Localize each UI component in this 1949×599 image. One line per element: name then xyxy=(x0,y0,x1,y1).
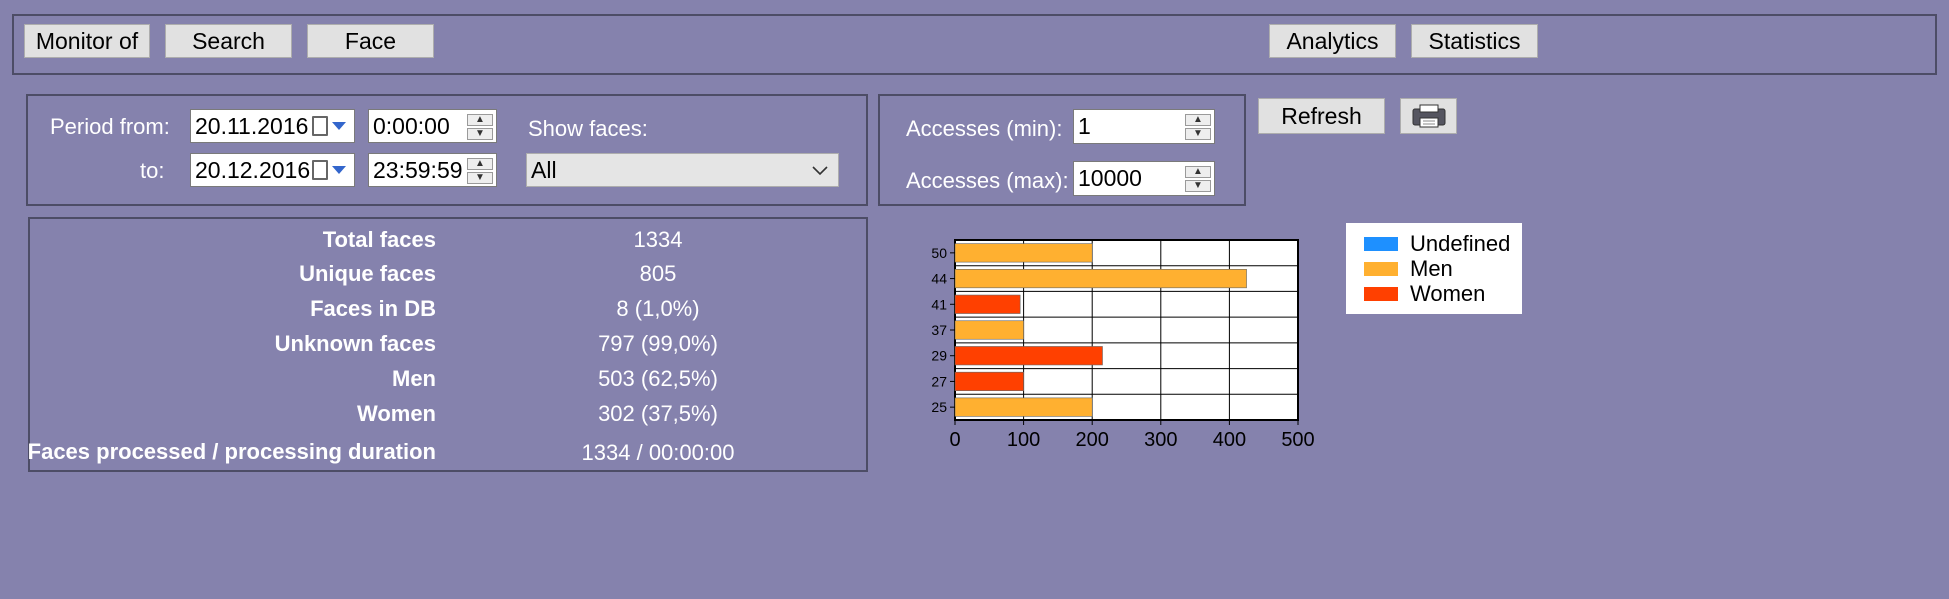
y-tick-label: 41 xyxy=(931,296,947,312)
accesses-max-label: Accesses (max): xyxy=(906,168,1069,193)
spin-up-icon[interactable]: ▲ xyxy=(1185,166,1211,178)
y-tick-label: 44 xyxy=(931,271,947,287)
stat-label-women: Women xyxy=(356,401,436,426)
bar xyxy=(954,397,1093,417)
x-tick-label: 100 xyxy=(1007,429,1040,451)
legend-swatch-women xyxy=(1364,287,1398,301)
show-faces-value: All xyxy=(531,156,557,183)
bar xyxy=(954,371,1024,391)
spin-down-icon[interactable]: ▼ xyxy=(1185,180,1211,192)
x-tick-label: 0 xyxy=(949,429,960,451)
stat-label-total-faces: Total faces xyxy=(322,227,436,252)
chart-legend: Undefined Men Women xyxy=(1346,223,1522,314)
time-from-spinner[interactable]: ▲ ▼ xyxy=(467,114,493,140)
show-faces-select[interactable]: All xyxy=(526,153,839,187)
accesses-max-spinner[interactable]: ▲ ▼ xyxy=(1185,166,1211,192)
accesses-min-spinner[interactable]: ▲ ▼ xyxy=(1185,114,1211,140)
stat-label-unknown-faces: Unknown faces xyxy=(274,331,436,356)
accesses-min-field[interactable]: 1 ▲ ▼ xyxy=(1073,109,1215,144)
age-bar-chart: 0 100 200 300 400 500 50 44 41 37 29 27 25 xyxy=(931,239,1315,451)
legend-label-men: Men xyxy=(1410,256,1453,281)
stats-labels: Total faces Unique faces Faces in DB Unk… xyxy=(28,0,436,599)
legend-swatch-undefined xyxy=(1364,237,1398,251)
print-button[interactable] xyxy=(1400,98,1457,134)
y-tick-label: 37 xyxy=(931,322,947,338)
y-tick-label: 50 xyxy=(931,245,947,261)
stat-value-men: 503 (62,5%) xyxy=(598,366,718,391)
bar xyxy=(954,320,1024,340)
x-tick-label: 400 xyxy=(1213,429,1246,451)
y-tick-label: 27 xyxy=(931,373,947,389)
x-tick-label: 200 xyxy=(1076,429,1109,451)
spin-up-icon[interactable]: ▲ xyxy=(467,158,493,170)
bar xyxy=(954,269,1247,289)
bar xyxy=(954,346,1103,366)
accesses-min-label: Accesses (min): xyxy=(906,116,1063,141)
stat-label-faces-processed: Faces processed / processing duration xyxy=(27,439,436,464)
legend-label-women: Women xyxy=(1410,281,1486,306)
stat-label-men: Men xyxy=(392,366,436,391)
spin-down-icon[interactable]: ▼ xyxy=(1185,128,1211,140)
bar xyxy=(954,294,1021,314)
statistics-button[interactable]: Statistics xyxy=(1411,24,1538,58)
accesses-min-value: 1 xyxy=(1078,113,1091,139)
printer-icon xyxy=(1412,104,1445,128)
accesses-max-value: 10000 xyxy=(1078,165,1142,191)
show-faces-label: Show faces: xyxy=(528,116,648,141)
time-to-spinner[interactable]: ▲ ▼ xyxy=(467,158,493,184)
stat-label-unique-faces: Unique faces xyxy=(299,261,436,286)
stat-value-faces-processed: 1334 / 00:00:00 xyxy=(581,440,735,465)
refresh-button[interactable]: Refresh xyxy=(1258,98,1385,134)
legend-item-men: Men xyxy=(1364,256,1453,282)
x-tick-label: 500 xyxy=(1281,429,1314,451)
y-tick-label: 29 xyxy=(931,348,947,364)
stat-value-unique-faces: 805 xyxy=(639,261,677,286)
x-tick-label: 300 xyxy=(1144,429,1177,451)
legend-swatch-men xyxy=(1364,262,1398,276)
legend-item-undefined: Undefined xyxy=(1364,231,1510,257)
stat-value-faces-in-db: 8 (1,0%) xyxy=(616,296,700,321)
bar xyxy=(954,243,1093,263)
spin-down-icon[interactable]: ▼ xyxy=(467,172,493,184)
spin-up-icon[interactable]: ▲ xyxy=(1185,114,1211,126)
chevron-down-icon xyxy=(812,166,828,176)
stat-value-total-faces: 1334 xyxy=(633,227,683,252)
spin-down-icon[interactable]: ▼ xyxy=(467,128,493,140)
stat-value-unknown-faces: 797 (99,0%) xyxy=(598,331,718,356)
analytics-button[interactable]: Analytics xyxy=(1269,24,1396,58)
stat-label-faces-in-db: Faces in DB xyxy=(310,296,436,321)
spin-up-icon[interactable]: ▲ xyxy=(467,114,493,126)
stat-value-women: 302 (37,5%) xyxy=(598,401,718,426)
y-tick-label: 25 xyxy=(931,399,947,415)
accesses-max-field[interactable]: 10000 ▲ ▼ xyxy=(1073,161,1215,196)
legend-label-undefined: Undefined xyxy=(1410,231,1511,256)
legend-item-women: Women xyxy=(1364,281,1485,307)
